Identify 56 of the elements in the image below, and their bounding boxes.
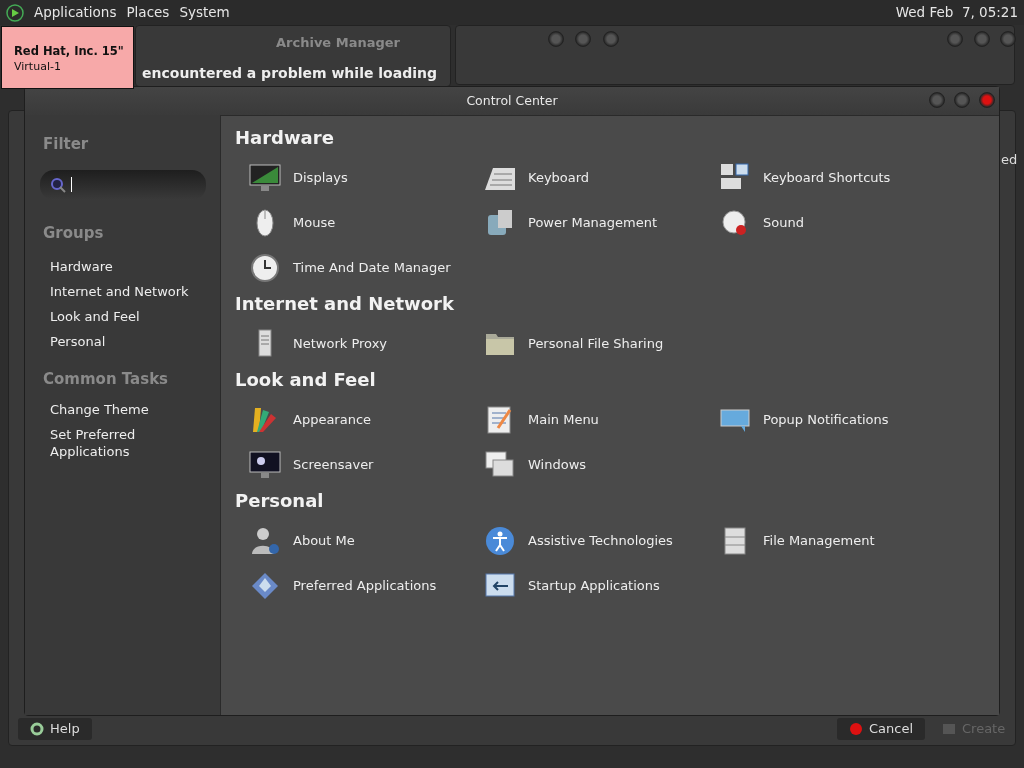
- error-message: encountered a problem while loading: [142, 64, 437, 83]
- launcher-item[interactable]: Appearance: [235, 397, 470, 442]
- launcher-item[interactable]: Keyboard Shortcuts: [705, 155, 940, 200]
- maximize-button[interactable]: [954, 92, 970, 108]
- panel-menu[interactable]: Applications: [34, 2, 117, 23]
- clock-icon: [249, 251, 281, 284]
- sidebar-link[interactable]: Change Theme: [43, 400, 153, 418]
- help-icon: [30, 722, 44, 736]
- logo-icon: [6, 3, 24, 22]
- monitor-icon: [249, 161, 281, 194]
- launcher-item[interactable]: Main Menu: [470, 397, 705, 442]
- clock[interactable]: Wed Feb 7, 05:21: [895, 2, 1018, 23]
- accessibility-icon: [484, 524, 516, 557]
- section-heading: Personal: [235, 489, 325, 513]
- launcher-item[interactable]: Mouse: [235, 200, 470, 245]
- launcher-item[interactable]: Displays: [235, 155, 470, 200]
- launcher-item[interactable]: Network Proxy: [235, 321, 470, 366]
- sidebar-link[interactable]: Hardware: [43, 254, 220, 279]
- launcher-item[interactable]: About Me: [235, 518, 470, 563]
- window-title: Control Center: [466, 91, 558, 110]
- search-icon: [50, 176, 66, 193]
- launcher-item[interactable]: Popup Notifications: [705, 397, 940, 442]
- tooltip-title: Red Hat, Inc. 15": [14, 43, 125, 60]
- sidebar-link[interactable]: Personal: [43, 329, 220, 354]
- help-button[interactable]: Help: [18, 718, 92, 740]
- panel-menu[interactable]: System: [179, 2, 230, 23]
- panel-menu[interactable]: Places: [126, 2, 170, 23]
- launcher-item[interactable]: Keyboard: [470, 155, 705, 200]
- section-heading: Look and Feel: [235, 368, 377, 392]
- sidebar-link[interactable]: Set Preferred Applications: [43, 425, 153, 460]
- launcher-item[interactable]: Windows: [470, 442, 705, 487]
- sidebar-link[interactable]: Look and Feel: [43, 304, 220, 329]
- section-heading: Internet and Network: [235, 292, 455, 316]
- window-title: Archive Manager: [276, 34, 400, 52]
- launcher-item[interactable]: Sound: [705, 200, 940, 245]
- section-heading: Common Tasks: [43, 369, 170, 390]
- launcher-item[interactable]: Power Management: [470, 200, 705, 245]
- section-heading: Filter: [43, 134, 90, 155]
- launcher-item[interactable]: Preferred Applications: [235, 563, 470, 608]
- launcher-item[interactable]: Personal File Sharing: [470, 321, 705, 366]
- minimize-button[interactable]: [929, 92, 945, 108]
- cancel-button[interactable]: Cancel: [837, 718, 926, 740]
- stop-icon: [849, 722, 863, 736]
- launcher-item[interactable]: Startup Applications: [470, 563, 705, 608]
- close-button[interactable]: [979, 92, 995, 108]
- section-heading: Hardware: [235, 126, 335, 150]
- launcher-item[interactable]: File Management: [705, 518, 940, 563]
- text-cursor: [71, 177, 72, 192]
- sidebar-link[interactable]: Internet and Network: [43, 279, 220, 304]
- section-heading: Groups: [43, 222, 105, 244]
- launcher-item[interactable]: Assistive Technologies: [470, 518, 705, 563]
- monitor-icon: [249, 448, 281, 481]
- launcher-item[interactable]: Time And Date Manager: [235, 245, 470, 290]
- window-text: ed: [1001, 151, 1018, 169]
- tooltip-subtitle: Virtual-1: [14, 60, 62, 73]
- launcher-item[interactable]: Screensaver: [235, 442, 470, 487]
